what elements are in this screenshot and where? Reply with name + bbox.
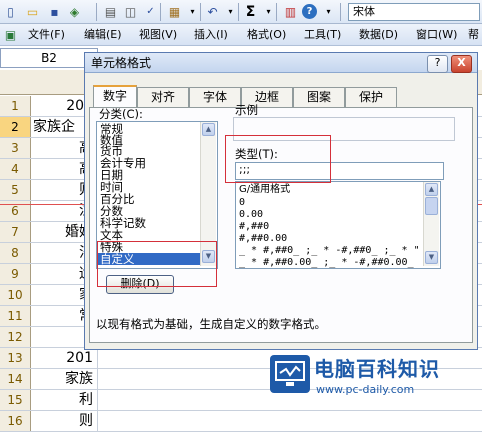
tab-protection[interactable]: 保护 bbox=[345, 87, 397, 108]
cell-b[interactable]: 201 bbox=[30, 348, 98, 368]
menu-view[interactable]: 视图(V) bbox=[139, 27, 177, 43]
permission-icon[interactable]: ◈ bbox=[66, 3, 83, 20]
standard-toolbar: ▯ ▭ ▪ ◈ ▤ ◫ ✓ ▦ ▾ ↶ ▾ Σ ▾ ▥ ? ▾ 宋体 bbox=[0, 0, 482, 24]
row-header[interactable]: 13 bbox=[0, 348, 31, 368]
open-icon[interactable]: ▭ bbox=[24, 3, 41, 20]
menu-tools[interactable]: 工具(T) bbox=[304, 27, 341, 43]
tab-font[interactable]: 字体 bbox=[189, 87, 241, 108]
menu-window[interactable]: 窗口(W) bbox=[416, 27, 457, 43]
paste-icon[interactable]: ▦ bbox=[166, 3, 183, 20]
highlight-custom-category bbox=[97, 241, 217, 287]
type-item[interactable]: _ * #,##0.00_ ;_ * -#,##0.00_ bbox=[239, 257, 414, 268]
chart-icon[interactable]: ▥ bbox=[282, 3, 299, 20]
row-header[interactable]: 10 bbox=[0, 285, 31, 305]
menu-help[interactable]: 帮 bbox=[468, 27, 479, 43]
row-header[interactable]: 9 bbox=[0, 264, 31, 284]
new-icon[interactable]: ▯ bbox=[2, 3, 19, 20]
category-label: 分类(C): bbox=[99, 107, 143, 121]
type-item[interactable]: #,##0.00 bbox=[239, 233, 287, 244]
font-name-box[interactable]: 宋体 bbox=[348, 3, 480, 21]
preview-icon[interactable]: ◫ bbox=[122, 3, 139, 20]
format-description: 以现有格式为基础，生成自定义的数字格式。 bbox=[96, 317, 326, 331]
menu-bar: ▣ 文件(F) 编辑(E) 视图(V) 插入(I) 格式(O) 工具(T) 数据… bbox=[0, 24, 482, 46]
scroll-up-icon[interactable]: ▲ bbox=[425, 183, 438, 196]
row-header[interactable]: 12 bbox=[0, 327, 31, 347]
tab-alignment[interactable]: 对齐 bbox=[137, 87, 189, 108]
scroll-up-icon[interactable]: ▲ bbox=[202, 123, 215, 136]
row-header[interactable]: 2 bbox=[0, 117, 31, 137]
menu-data[interactable]: 数据(D) bbox=[359, 27, 398, 43]
row-header[interactable]: 5 bbox=[0, 180, 31, 200]
dialog-title: 单元格格式 bbox=[91, 56, 152, 70]
row-header[interactable]: 11 bbox=[0, 306, 31, 326]
row-header[interactable]: 7 bbox=[0, 222, 31, 242]
sum-dropdown-icon[interactable]: ▾ bbox=[260, 3, 277, 20]
help-button[interactable]: ? bbox=[427, 55, 448, 73]
close-button[interactable]: X bbox=[451, 55, 472, 73]
format-cells-dialog: 单元格格式 ? X 数字 对齐 字体 边框 图案 保护 分类(C): 常规 数值… bbox=[84, 52, 478, 350]
highlight-type-box bbox=[225, 135, 331, 183]
row-header[interactable]: 15 bbox=[0, 390, 31, 410]
watermark-url: www.pc-daily.com bbox=[316, 383, 415, 396]
help-icon[interactable]: ? bbox=[302, 4, 317, 19]
excel-app-icon[interactable]: ▣ bbox=[2, 26, 19, 43]
cell-b[interactable]: 则 bbox=[30, 411, 98, 431]
row-header[interactable]: 3 bbox=[0, 138, 31, 158]
type-item[interactable]: _ * #,##0_ ;_ * -#,##0_ ;_ * " bbox=[239, 245, 420, 256]
type-item[interactable]: 0.00 bbox=[239, 209, 263, 220]
undo-icon[interactable]: ↶ bbox=[204, 3, 221, 20]
spellcheck-icon[interactable]: ✓ bbox=[142, 3, 159, 20]
dialog-title-bar: 单元格格式 ? X bbox=[85, 53, 477, 73]
cell-b[interactable]: 家族 bbox=[30, 369, 98, 389]
tab-patterns[interactable]: 图案 bbox=[293, 87, 345, 108]
type-item[interactable]: 0 bbox=[239, 197, 245, 208]
type-item[interactable]: #,##0 bbox=[239, 221, 269, 232]
sample-label: 示例 bbox=[235, 103, 258, 117]
watermark-title: 电脑百科知识 bbox=[314, 357, 440, 381]
menu-format[interactable]: 格式(O) bbox=[247, 27, 286, 43]
paste-dropdown-icon[interactable]: ▾ bbox=[184, 3, 201, 20]
print-icon[interactable]: ▤ bbox=[102, 3, 119, 20]
menu-file[interactable]: 文件(F) bbox=[28, 27, 65, 43]
watermark-logo-icon bbox=[270, 355, 310, 393]
row-header[interactable]: 4 bbox=[0, 159, 31, 179]
menu-insert[interactable]: 插入(I) bbox=[194, 27, 228, 43]
type-list[interactable]: G/通用格式 0 0.00 #,##0 #,##0.00 _ * #,##0_ … bbox=[235, 181, 441, 269]
undo-dropdown-icon[interactable]: ▾ bbox=[222, 3, 239, 20]
type-scrollbar[interactable]: ▲ ▼ bbox=[423, 182, 439, 266]
cell-b[interactable]: 利 bbox=[30, 390, 98, 410]
save-icon[interactable]: ▪ bbox=[46, 3, 63, 20]
row-header[interactable]: 14 bbox=[0, 369, 31, 389]
toolbar-options-icon[interactable]: ▾ bbox=[320, 3, 337, 20]
scroll-thumb[interactable] bbox=[425, 197, 438, 215]
type-item[interactable]: G/通用格式 bbox=[239, 184, 290, 195]
menu-edit[interactable]: 编辑(E) bbox=[84, 27, 122, 43]
scroll-down-icon[interactable]: ▼ bbox=[425, 251, 438, 264]
row-header[interactable]: 8 bbox=[0, 243, 31, 263]
row-header[interactable]: 16 bbox=[0, 411, 31, 431]
table-row: 16 则 bbox=[0, 411, 482, 432]
row-header[interactable]: 1 bbox=[0, 96, 31, 116]
sum-icon[interactable]: Σ bbox=[242, 3, 259, 20]
